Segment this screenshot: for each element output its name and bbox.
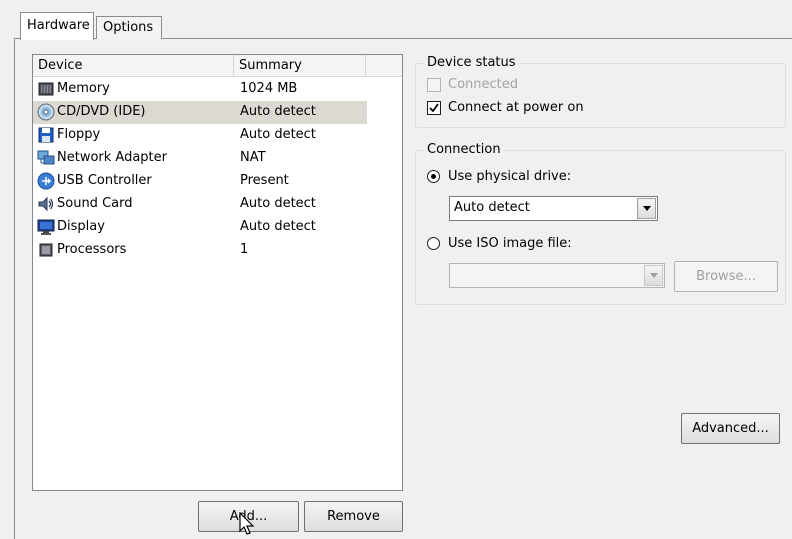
device-summary: Present — [240, 173, 289, 188]
physical-drive-value: Auto detect — [454, 200, 530, 215]
connected-checkbox[interactable] — [427, 78, 441, 92]
device-name: Sound Card — [57, 196, 133, 211]
chevron-down-icon — [650, 273, 658, 278]
device-name: CD/DVD (IDE) — [57, 104, 146, 119]
device-summary: Auto detect — [240, 127, 316, 142]
device-name: Floppy — [57, 127, 101, 142]
column-header-device[interactable]: Device — [33, 55, 234, 77]
device-row-cd-dvd[interactable]: CD/DVD (IDE) Auto detect — [33, 101, 367, 124]
device-name: Display — [57, 219, 105, 234]
physical-drive-select[interactable]: Auto detect — [449, 196, 658, 221]
device-status-title: Device status — [424, 55, 519, 71]
dropdown-arrow-button[interactable] — [637, 198, 656, 219]
use-iso-image-label: Use ISO image file: — [448, 236, 572, 251]
device-summary: 1024 MB — [240, 81, 298, 96]
device-name: USB Controller — [57, 173, 152, 188]
usb-icon — [37, 172, 55, 190]
device-row-floppy[interactable]: Floppy Auto detect — [33, 124, 367, 147]
checkmark-icon — [429, 103, 439, 113]
device-row-network-adapter[interactable]: Network Adapter NAT — [33, 147, 367, 170]
device-summary: Auto detect — [240, 196, 316, 211]
connect-at-power-on-checkbox[interactable] — [427, 101, 441, 115]
tab-hardware[interactable]: Hardware — [20, 12, 94, 40]
virtual-machine-settings-window: Hardware Options Device Summary Memory 1… — [0, 0, 792, 539]
device-name: Memory — [57, 81, 110, 96]
device-summary: NAT — [240, 150, 266, 165]
cd-dvd-icon — [37, 103, 55, 121]
browse-button[interactable]: Browse... — [674, 261, 778, 292]
device-row-usb-controller[interactable]: USB Controller Present — [33, 170, 367, 193]
mouse-pointer-icon — [239, 512, 255, 535]
tab-options[interactable]: Options — [96, 16, 162, 39]
column-header-summary[interactable]: Summary — [234, 55, 366, 77]
device-summary: Auto detect — [240, 104, 316, 119]
device-summary: Auto detect — [240, 219, 316, 234]
dropdown-arrow-button[interactable] — [644, 265, 663, 286]
chevron-down-icon — [643, 206, 651, 211]
device-name: Network Adapter — [57, 150, 167, 165]
network-adapter-icon — [37, 149, 55, 167]
sound-card-icon — [37, 195, 55, 213]
iso-image-path-select[interactable] — [449, 263, 665, 288]
device-row-display[interactable]: Display Auto detect — [33, 216, 367, 239]
connection-title: Connection — [424, 142, 504, 158]
device-row-processors[interactable]: Processors 1 — [33, 239, 367, 262]
device-name: Processors — [57, 242, 127, 257]
device-status-group: Device status Connected Connect at power… — [415, 55, 786, 128]
device-row-sound-card[interactable]: Sound Card Auto detect — [33, 193, 367, 216]
connected-label: Connected — [448, 77, 519, 92]
device-list-header: Device Summary — [33, 55, 402, 77]
connection-group: Connection Use physical drive: Auto dete… — [415, 142, 786, 305]
device-summary: 1 — [240, 242, 249, 257]
connect-at-power-on-label: Connect at power on — [448, 100, 584, 115]
processor-icon — [37, 241, 55, 259]
memory-icon — [37, 80, 55, 98]
floppy-icon — [37, 126, 55, 144]
use-iso-image-radio[interactable] — [427, 237, 440, 250]
device-row-memory[interactable]: Memory 1024 MB — [33, 78, 367, 101]
radio-dot — [431, 174, 436, 179]
advanced-button[interactable]: Advanced... — [681, 413, 780, 444]
use-physical-drive-radio[interactable] — [427, 170, 440, 183]
display-icon — [37, 218, 55, 236]
remove-button[interactable]: Remove — [304, 501, 403, 532]
use-physical-drive-label: Use physical drive: — [448, 169, 572, 184]
device-list[interactable]: Device Summary Memory 1024 MB CD/DVD (ID… — [32, 54, 403, 491]
